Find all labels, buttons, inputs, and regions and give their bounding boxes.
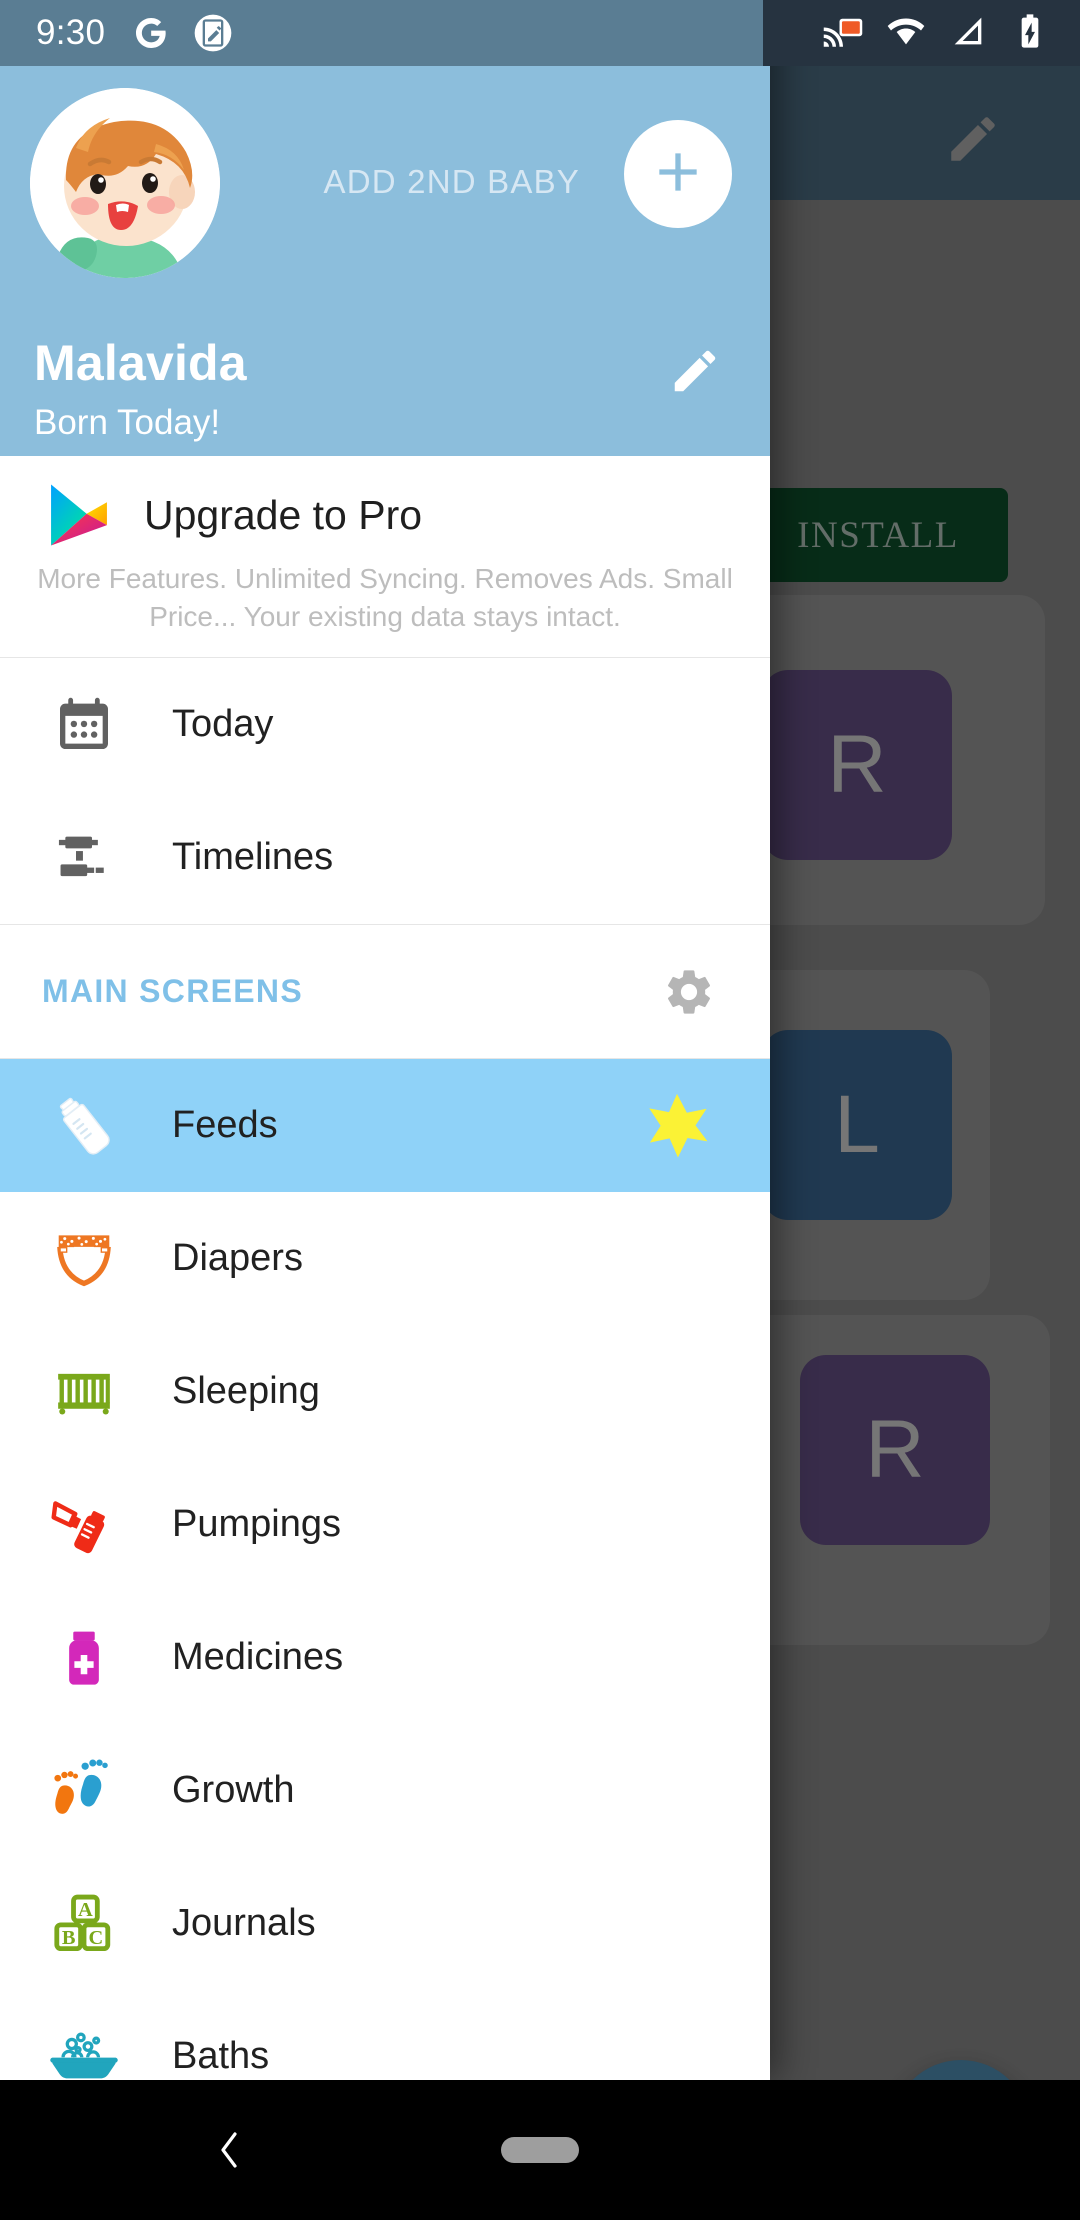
nav-item-pumpings[interactable]: Pumpings — [0, 1458, 770, 1591]
svg-text:A: A — [78, 1899, 93, 1921]
nav-item-label: Feeds — [172, 1104, 278, 1146]
upgrade-to-pro-title: Upgrade to Pro — [144, 491, 423, 538]
google-play-icon — [48, 482, 110, 548]
nav-item-label: Medicines — [172, 1636, 344, 1678]
upgrade-to-pro-description: More Features. Unlimited Syncing. Remove… — [37, 563, 733, 632]
screen: INSTALL R L R 9:30 ADD 2ND BABY Malavida… — [0, 0, 1080, 2220]
baby-avatar[interactable] — [30, 88, 220, 278]
calendar-icon — [48, 689, 120, 761]
nav-item-label: Today — [172, 703, 274, 745]
nav-item-baths[interactable]: Baths — [0, 1990, 770, 2080]
baby-born-text: Born Today! — [34, 403, 221, 442]
nav-item-growth[interactable]: Growth — [0, 1724, 770, 1857]
upgrade-to-pro[interactable]: Upgrade to Pro More Features. Unlimited … — [0, 456, 770, 656]
section-title: MAIN SCREENS — [42, 973, 303, 1009]
nav-item-label: Baths — [172, 2035, 270, 2077]
abc-blocks-icon: A B C — [48, 1888, 120, 1960]
nav-item-label: Timelines — [172, 836, 334, 878]
breast-pump-icon — [48, 1489, 120, 1561]
status-bar-clock: 9:30 — [36, 13, 106, 52]
bathtub-icon — [48, 2021, 120, 2081]
add-second-baby-label[interactable]: ADD 2ND BABY — [324, 163, 580, 201]
gear-icon[interactable] — [662, 965, 716, 1019]
nav-item-label: Pumpings — [172, 1503, 341, 1545]
battery-charging-icon — [1010, 11, 1050, 56]
drawer-header: ADD 2ND BABY Malavida Born Today! 0oz, 0… — [0, 66, 770, 491]
nav-item-medicines[interactable]: Medicines — [0, 1591, 770, 1724]
cellular-signal-icon — [948, 11, 988, 56]
plus-icon — [646, 140, 710, 209]
cast-icon — [822, 10, 864, 57]
diaper-icon — [48, 1223, 120, 1295]
nav-item-label: Journals — [172, 1902, 316, 1944]
baby-name: Malavida — [34, 335, 247, 391]
google-icon — [131, 13, 171, 53]
nav-item-label: Diapers — [172, 1237, 303, 1279]
footprints-icon — [48, 1755, 120, 1827]
section-main-screens: MAIN SCREENS — [0, 925, 770, 1058]
nav-item-sleeping[interactable]: Sleeping — [0, 1325, 770, 1458]
crib-icon — [48, 1356, 120, 1428]
edit-baby-pencil-icon[interactable] — [668, 344, 722, 398]
nav-item-diapers[interactable]: Diapers — [0, 1192, 770, 1325]
nav-item-label: Growth — [172, 1769, 295, 1811]
nav-item-journals[interactable]: A B C Journals — [0, 1857, 770, 1990]
nav-item-feeds[interactable]: Feeds — [0, 1059, 770, 1192]
add-second-baby-button[interactable] — [624, 120, 732, 228]
status-bar-right — [763, 0, 1080, 66]
navigation-drawer: 9:30 ADD 2ND BABY Malavida Born Today! U… — [0, 0, 770, 2080]
nav-item-label: Sleeping — [172, 1370, 320, 1412]
nav-item-timelines[interactable]: Timelines — [0, 791, 770, 924]
svg-text:B: B — [62, 1926, 76, 1948]
star-icon[interactable] — [640, 1089, 714, 1163]
baby-bottle-icon — [48, 1090, 120, 1162]
screenshot-markup-icon — [193, 13, 233, 53]
wifi-icon — [886, 11, 926, 56]
svg-text:C: C — [89, 1926, 104, 1948]
nav-item-today[interactable]: Today — [0, 658, 770, 791]
medicine-icon — [48, 1622, 120, 1694]
android-navigation-bar — [0, 2080, 1080, 2220]
timeline-icon — [48, 822, 120, 894]
back-chevron-icon[interactable] — [205, 2122, 253, 2178]
home-pill-icon[interactable] — [501, 2137, 579, 2163]
status-bar: 9:30 — [0, 0, 770, 66]
